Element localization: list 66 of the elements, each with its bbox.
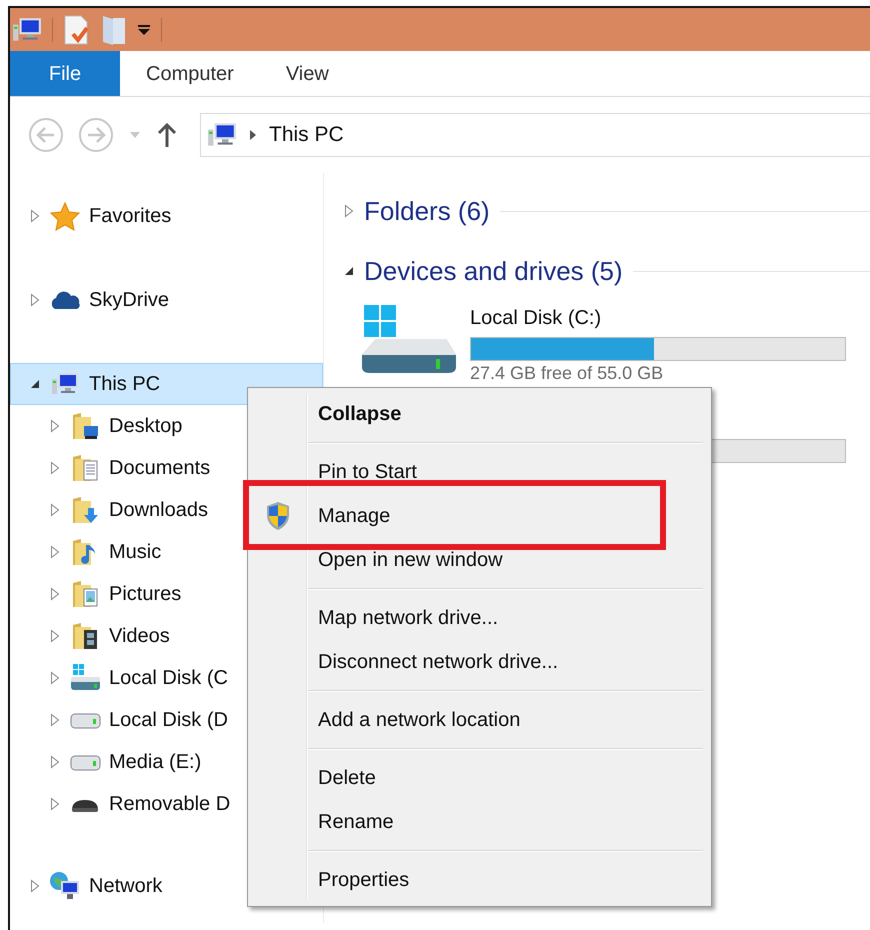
tree-label: Removable D — [109, 792, 230, 817]
expand-arrow-icon[interactable] — [344, 204, 354, 218]
tree-item[interactable]: SkyDrive — [10, 279, 323, 321]
expand-arrow-icon[interactable] — [50, 671, 60, 685]
expand-arrow-icon[interactable] — [50, 713, 60, 727]
expand-arrow-icon[interactable] — [50, 503, 60, 517]
expand-arrow-icon[interactable] — [50, 629, 60, 643]
file-tab[interactable]: File — [10, 51, 120, 96]
system-drive-icon — [69, 663, 101, 693]
tree-label: Network — [89, 874, 162, 899]
menu-item[interactable]: Open in new window — [308, 538, 711, 582]
tree-label: Documents — [109, 456, 210, 481]
collapse-arrow-icon[interactable] — [30, 379, 40, 389]
group-header[interactable]: Folders (6) — [364, 192, 490, 230]
menu-item[interactable]: Map network drive... — [308, 596, 711, 640]
expand-arrow-icon[interactable] — [50, 461, 60, 475]
breadcrumb-arrow-icon — [249, 129, 257, 141]
pictures-folder-icon — [71, 579, 99, 609]
tree-label: Local Disk (C — [109, 666, 228, 691]
menu-item[interactable]: Disconnect network drive... — [308, 640, 711, 684]
up-button[interactable] — [156, 122, 178, 148]
expand-arrow-icon[interactable] — [30, 293, 40, 307]
free-space-text: 27.4 GB free of 55.0 GB — [470, 363, 664, 383]
expand-arrow-icon[interactable] — [50, 755, 60, 769]
group-header[interactable]: Devices and drives (5) — [364, 252, 623, 290]
tree-label: Media (E:) — [109, 750, 202, 775]
tree-label: Videos — [109, 624, 170, 649]
selected-tree-item[interactable]: This PC — [10, 363, 323, 405]
ribbon-tab[interactable]: Computer — [120, 51, 260, 96]
expand-arrow-icon[interactable] — [50, 545, 60, 559]
expand-arrow-icon[interactable] — [30, 879, 40, 893]
drive-name[interactable]: Local Disk (C:) — [470, 303, 846, 333]
tree-label: Music — [109, 540, 162, 565]
address-bar[interactable]: This PC — [200, 113, 870, 157]
tree-label: Desktop — [109, 414, 182, 439]
star-icon — [50, 201, 80, 231]
new-folder-icon[interactable] — [101, 14, 127, 46]
videos-folder-icon — [71, 621, 99, 651]
menu-item[interactable]: Add a network location — [308, 698, 711, 742]
menu-item[interactable]: Properties — [308, 858, 711, 902]
desktop-folder-icon — [71, 411, 99, 441]
tree-item[interactable]: Favorites — [10, 195, 323, 237]
tree-label: Local Disk (D — [109, 708, 228, 733]
menu-item[interactable]: Rename — [308, 800, 711, 844]
ribbon-tab[interactable]: View — [260, 51, 355, 96]
documents-folder-icon — [71, 453, 99, 483]
customize-dropdown-icon[interactable] — [137, 22, 151, 36]
downloads-folder-icon — [71, 495, 99, 525]
expand-arrow-icon[interactable] — [50, 797, 60, 811]
tree-label: Pictures — [109, 582, 182, 607]
tree-label: Favorites — [89, 204, 172, 229]
collapse-arrow-icon[interactable] — [344, 266, 354, 276]
menu-item[interactable]: Delete — [308, 756, 711, 800]
tree-label: SkyDrive — [89, 288, 170, 313]
shield-icon — [265, 501, 291, 531]
breadcrumb[interactable]: This PC — [269, 119, 344, 151]
properties-icon[interactable] — [63, 14, 91, 46]
expand-arrow-icon[interactable] — [50, 587, 60, 601]
tree-label: This PC — [89, 372, 160, 397]
expand-arrow-icon[interactable] — [30, 209, 40, 223]
network-icon — [49, 871, 81, 901]
cloud-icon — [49, 289, 81, 311]
menu-item[interactable]: Manage — [308, 494, 711, 538]
tree-label: Downloads — [109, 498, 208, 523]
menu-item[interactable]: Pin to Start — [308, 450, 711, 494]
expand-arrow-icon[interactable] — [50, 419, 60, 433]
